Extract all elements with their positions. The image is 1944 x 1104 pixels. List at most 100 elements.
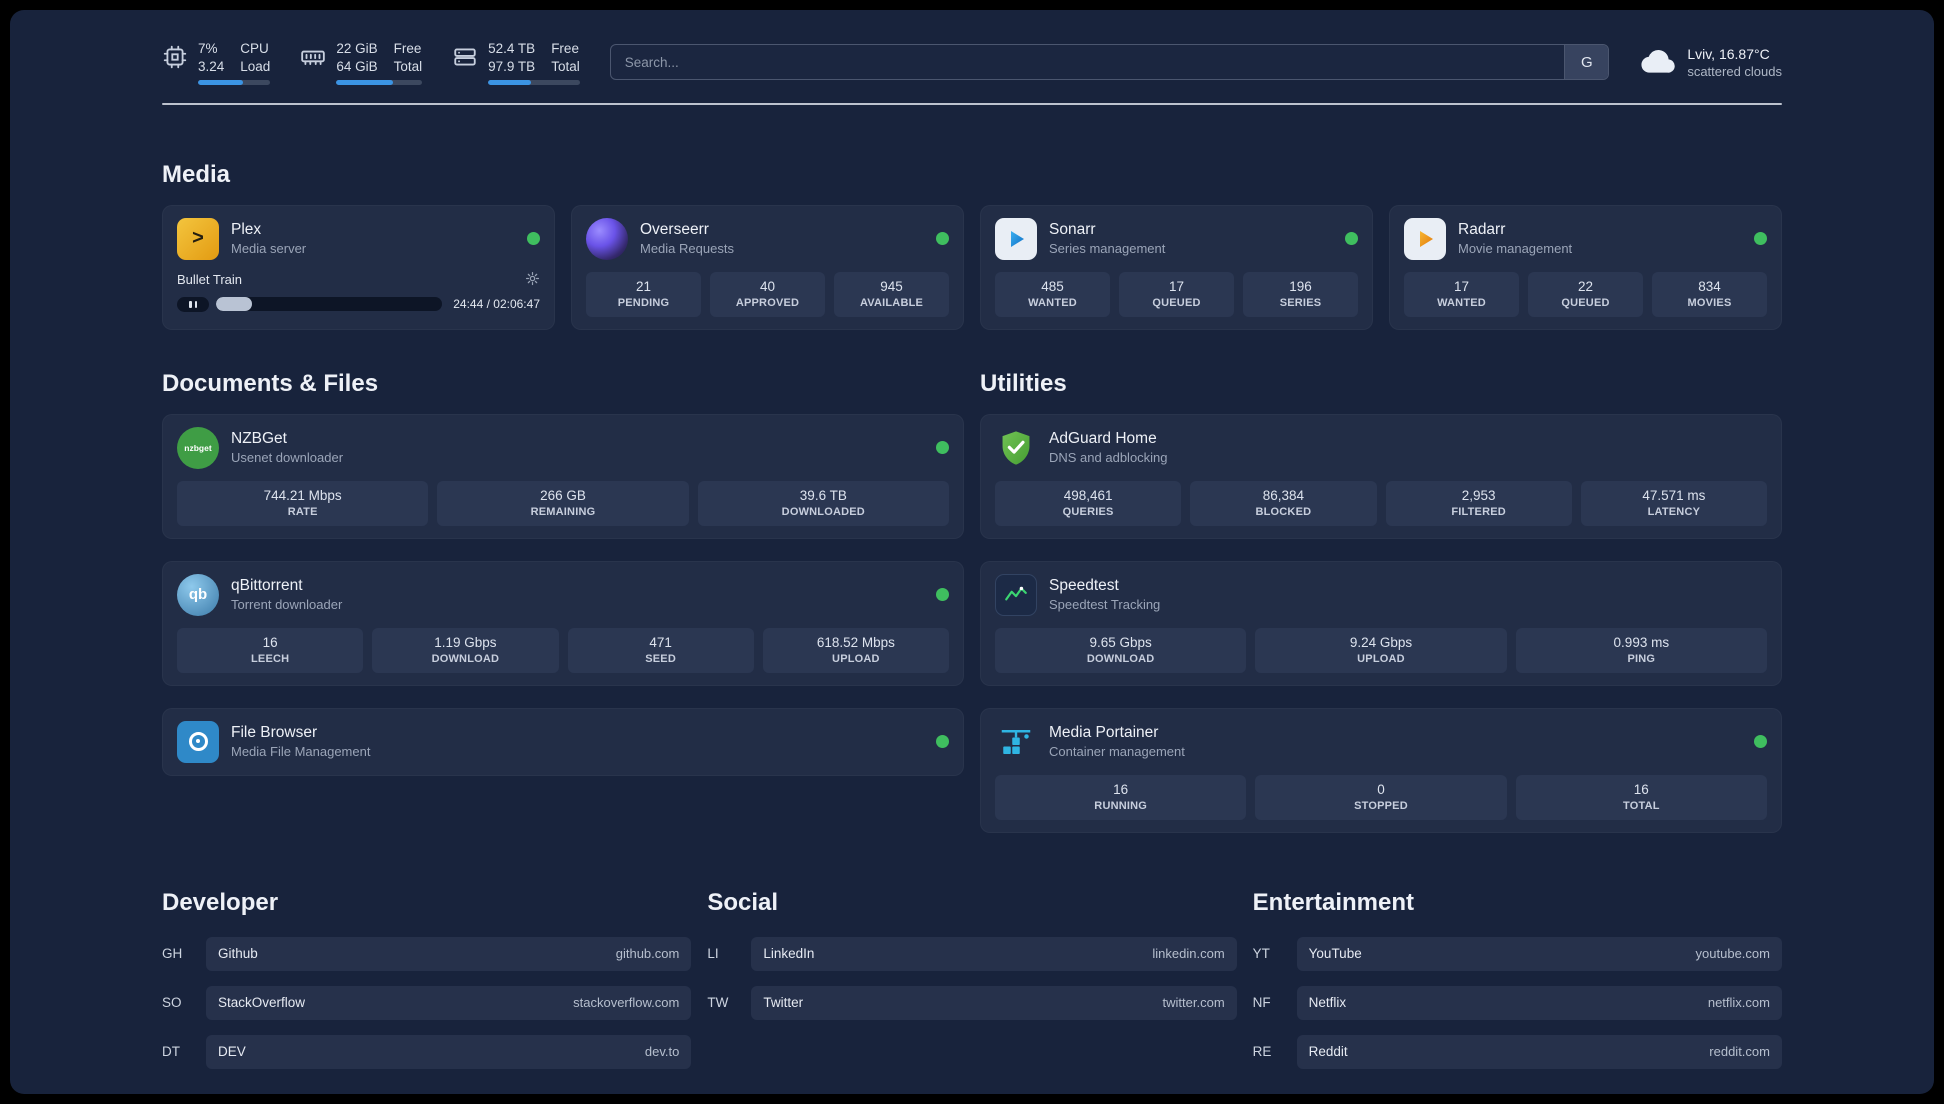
app-name: qBittorrent [231,577,303,595]
stat-value: 498,461 [1063,487,1113,503]
app-name: Media Portainer [1049,724,1159,742]
stat-value: 2,953 [1461,487,1496,503]
app-card-plex[interactable]: > Plex Media server Bullet Train 24:44 /… [162,204,555,330]
sonarr-icon [995,217,1037,260]
app-card-overseerr[interactable]: Overseerr Media Requests 21 PENDING 40 A… [571,204,964,330]
stat-label: PING [1627,652,1656,665]
stat-value: 16 [1113,781,1129,797]
bookmark-stackoverflow[interactable]: SO StackOverflow stackoverflow.com [162,985,692,1020]
now-playing-title: Bullet Train [177,272,243,288]
bookmark-netflix[interactable]: NF Netflix netflix.com [1252,985,1782,1020]
stat-tile: 21 PENDING [586,271,701,317]
section-media: Media > Plex Media server Bullet Train 2… [162,161,1782,330]
bookmark-abbr: LI [707,946,719,962]
weather-location: Lviv, 16.87°C [1687,45,1770,62]
bookmark-abbr: SO [162,995,182,1011]
cpu-progress-track [198,80,271,85]
pause-button[interactable] [177,296,209,312]
top-bar: 7% 3.24 CPU Load 22 GiB 64 GiB Free Tota… [162,40,1782,85]
stat-tile: 485 WANTED [995,271,1110,317]
stat-tile: 17 QUEUED [1119,271,1234,317]
memory-stats: 22 GiB 64 GiB Free Total [336,40,423,85]
search-bar: G [609,44,1610,81]
app-name: Plex [231,221,262,239]
search-input[interactable] [610,45,1565,80]
cpu-widget: 7% 3.24 CPU Load [162,40,271,85]
disk-label-2: Total [551,59,580,75]
app-name: Speedtest [1049,577,1119,595]
app-name: File Browser [231,724,318,742]
stat-value: 834 [1698,278,1721,294]
stat-tile: 2,953 FILTERED [1385,480,1572,526]
stat-label: DOWNLOAD [431,652,500,665]
bookmark-url: github.com [615,946,680,962]
app-card-portainer[interactable]: Media Portainer Container management 16 … [980,707,1782,833]
seek-bar[interactable] [216,297,443,312]
section-utilities: Utilities AdGuard Home DNS and adblockin… [980,370,1782,833]
disk-progress-fill [488,80,532,85]
app-card-adguard[interactable]: AdGuard Home DNS and adblocking 498,461 … [980,413,1782,539]
qb-glyph: qb [188,586,208,604]
bookmark-reddit[interactable]: RE Reddit reddit.com [1253,1034,1782,1069]
app-card-nzbget[interactable]: nzbget NZBGet Usenet downloader 744.21 M… [162,413,964,539]
stat-value: 16 [1633,781,1649,797]
stat-value: 471 [649,634,672,650]
section-title-social: Social [707,888,779,916]
seek-fill [216,297,253,312]
app-subtitle: Usenet downloader [231,450,344,466]
stat-label: SEED [645,652,676,665]
section-title-developer: Developer [162,888,279,916]
app-card-radarr[interactable]: Radarr Movie management 17 WANTED 22 QUE… [1389,204,1782,330]
bookmark-abbr: DT [162,1044,180,1060]
cpu-loadavg: 3.24 [198,59,225,75]
stat-value: 945 [880,278,903,294]
bookmark-abbr: NF [1252,995,1271,1011]
app-name: Radarr [1458,221,1506,239]
memory-icon [300,44,326,70]
bookmark-dev[interactable]: DT DEV dev.to [162,1034,692,1069]
stat-value: 0 [1377,781,1385,797]
plex-icon: > [177,217,219,260]
app-subtitle: Media Requests [640,241,734,257]
portainer-icon [995,721,1037,763]
cpu-icon [162,44,188,70]
app-subtitle: Container management [1049,744,1185,760]
stat-label: RATE [287,505,318,518]
bookmark-youtube[interactable]: YT YouTube youtube.com [1252,936,1782,971]
bookmark-name: Github [218,946,258,962]
app-name: Sonarr [1049,221,1096,239]
stat-value: 39.6 TB [799,487,847,503]
status-dot [936,588,949,602]
bookmark-twitter[interactable]: TW Twitter twitter.com [707,985,1237,1020]
disk-stats: 52.4 TB 97.9 TB Free Total [488,40,580,85]
gear-icon[interactable] [525,271,540,289]
playback-time: 24:44 / 02:06:47 [453,297,540,312]
bookmark-github[interactable]: GH Github github.com [162,936,692,971]
app-card-sonarr[interactable]: Sonarr Series management 485 WANTED 17 Q… [980,204,1373,330]
cpu-progress-fill [198,80,243,85]
app-card-qbittorrent[interactable]: qb qBittorrent Torrent downloader 16 LEE… [162,560,964,686]
stat-label: BLOCKED [1255,505,1312,518]
bookmark-url: reddit.com [1709,1044,1770,1060]
search-engine-button[interactable]: G [1564,45,1609,80]
stat-value: 17 [1453,278,1470,294]
memory-total: 64 GiB [336,59,378,75]
stat-label: QUEUED [1561,296,1610,309]
weather-widget: Lviv, 16.87°C scattered clouds [1639,45,1782,80]
status-dot [936,232,949,246]
stat-label: APPROVED [735,296,800,309]
status-dot [936,735,949,749]
bookmark-abbr: YT [1252,946,1270,962]
stat-tile: 0.993 ms PING [1515,627,1767,673]
stat-tile: 618.52 Mbps UPLOAD [762,627,949,673]
app-card-filebrowser[interactable]: File Browser Media File Management [162,707,964,776]
bookmark-abbr: GH [162,946,183,962]
app-name: NZBGet [231,430,287,448]
stat-value: 40 [759,278,776,294]
bookmarks-entertainment: Entertainment YT YouTube youtube.com NF … [1253,889,1782,1069]
stat-tile: 744.21 Mbps RATE [177,480,429,526]
stat-tile: 16 LEECH [177,627,364,673]
stat-label: AVAILABLE [859,296,924,309]
bookmark-linkedin[interactable]: LI LinkedIn linkedin.com [707,936,1237,971]
app-card-speedtest[interactable]: Speedtest Speedtest Tracking 9.65 Gbps D… [980,560,1782,686]
